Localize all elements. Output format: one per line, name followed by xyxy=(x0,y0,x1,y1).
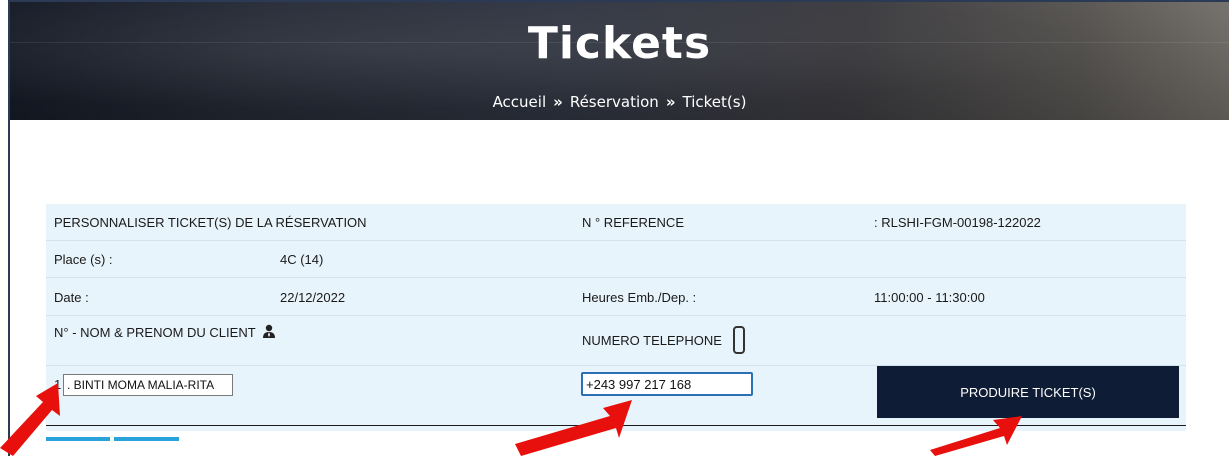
accent-bar-2 xyxy=(114,437,179,441)
heures-label: Heures Emb./Dep. : xyxy=(582,290,697,305)
phone-label: NUMERO TELEPHONE xyxy=(582,333,722,348)
breadcrumb: Accueil » Réservation » Ticket(s) xyxy=(10,93,1229,111)
place-value: 4C (14) xyxy=(280,252,324,267)
form-row-date: Date : 22/12/2022 Heures Emb./Dep. : 11:… xyxy=(46,278,1186,316)
ticket-form-panel: PERSONNALISER TICKET(S) DE LA RÉSERVATIO… xyxy=(46,204,1186,431)
client-name-label: N° - NOM & PRENOM DU CLIENT xyxy=(54,325,256,340)
breadcrumb-reservation-link[interactable]: Réservation xyxy=(570,93,659,111)
page-hero: Tickets Accueil » Réservation » Ticket(s) xyxy=(10,2,1229,120)
place-label: Place (s) : xyxy=(54,252,113,267)
arrow-to-phone-icon xyxy=(515,400,632,456)
client-name-input[interactable] xyxy=(63,374,233,396)
page-title: Tickets xyxy=(527,18,712,69)
breadcrumb-separator: » xyxy=(553,93,563,111)
section-title: PERSONNALISER TICKET(S) DE LA RÉSERVATIO… xyxy=(54,215,367,230)
arrow-to-name-icon xyxy=(0,383,60,456)
produce-tickets-button[interactable]: PRODUIRE TICKET(S) xyxy=(877,366,1179,418)
arrow-to-button-icon xyxy=(930,416,1022,456)
reference-value: : RLSHI-FGM-00198-122022 xyxy=(874,215,1041,230)
breadcrumb-home-link[interactable]: Accueil xyxy=(493,93,547,111)
reference-label: N ° REFERENCE xyxy=(582,215,684,230)
phone-icon xyxy=(733,326,745,354)
breadcrumb-separator: » xyxy=(665,93,676,111)
form-row-header: PERSONNALISER TICKET(S) DE LA RÉSERVATIO… xyxy=(46,204,1186,241)
form-row-place: Place (s) : 4C (14) xyxy=(46,241,1186,278)
form-row-columns: N° - NOM & PRENOM DU CLIENT NUMERO TELEP… xyxy=(46,316,1186,366)
user-icon xyxy=(263,324,275,338)
date-value: 22/12/2022 xyxy=(280,290,346,305)
heures-value: 11:00:00 - 11:30:00 xyxy=(874,290,985,305)
date-label: Date : xyxy=(54,290,89,305)
breadcrumb-current: Ticket(s) xyxy=(682,93,747,111)
phone-input[interactable] xyxy=(581,372,753,396)
